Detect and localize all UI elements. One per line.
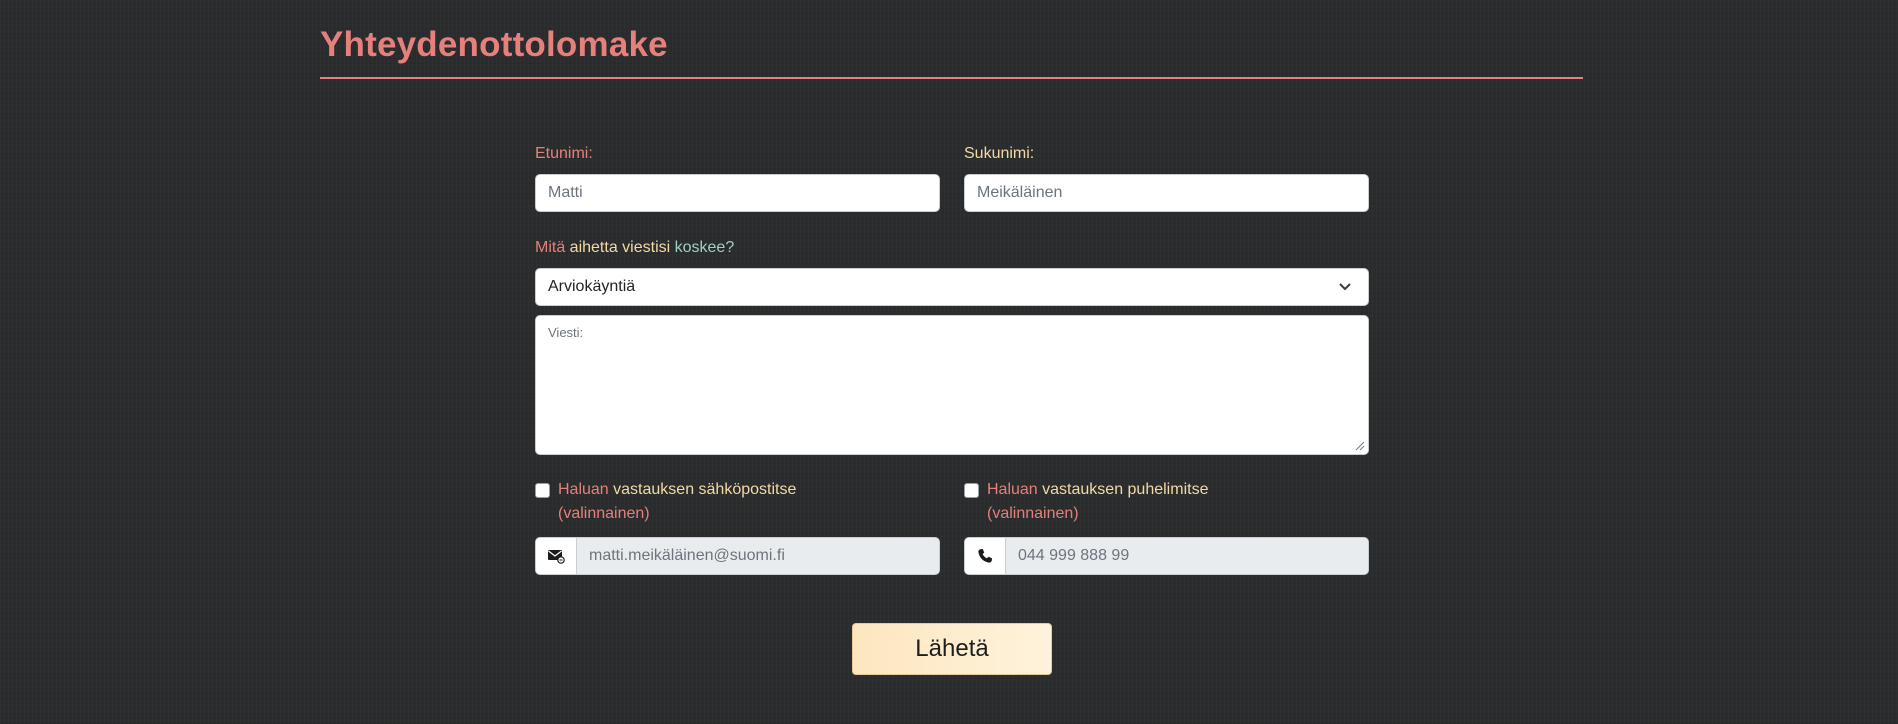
chevron-down-icon [1339, 283, 1351, 291]
page-header: Yhteydenottolomake [320, 22, 1583, 79]
topic-label-part-3: koskee? [670, 239, 735, 256]
phone-label-part-1: Haluan [987, 481, 1038, 498]
message-placeholder: Viesti: [548, 325, 584, 340]
email-label-part-3: (valinnainen) [558, 505, 650, 522]
email-label-part-2: vastauksen sähköpostitse [608, 481, 797, 498]
email-reply-checkbox[interactable] [535, 483, 550, 498]
topic-selected-value: Arviokäyntiä [548, 278, 636, 295]
envelope-icon [536, 538, 577, 574]
phone-reply-checkbox[interactable] [964, 483, 979, 498]
email-reply-label: Haluan vastauksen sähköpostitse (valinna… [558, 478, 818, 526]
submit-button[interactable]: Lähetä [852, 623, 1052, 675]
phone-input[interactable]: 044 999 888 99 [1006, 538, 1368, 574]
last-name-input[interactable]: Meikäläinen [964, 174, 1369, 212]
phone-label-part-3: (valinnainen) [987, 505, 1079, 522]
last-name-label: Sukunimi: [964, 145, 1035, 162]
first-name-input[interactable]: Matti [535, 174, 940, 212]
resize-handle-icon[interactable] [1355, 441, 1365, 451]
page-title: Yhteydenottolomake [320, 25, 668, 64]
topic-label-part-1: Mitä [535, 239, 566, 256]
topic-label-part-2: aihetta viestisi [565, 239, 671, 256]
email-input[interactable]: matti.meikäläinen@suomi.fi [577, 538, 939, 574]
phone-icon [965, 538, 1006, 574]
phone-label-part-2: vastauksen puhelimitse [1037, 481, 1209, 498]
email-input-group: matti.meikäläinen@suomi.fi [535, 537, 940, 575]
message-textarea[interactable]: Viesti: [535, 315, 1369, 455]
topic-select[interactable]: Arviokäyntiä [535, 268, 1369, 306]
phone-input-group: 044 999 888 99 [964, 537, 1369, 575]
phone-reply-label: Haluan vastauksen puhelimitse (valinnain… [987, 478, 1247, 526]
first-name-label: Etunimi: [535, 145, 593, 162]
topic-label: Mitä aihetta viestisi koskee? [535, 238, 734, 258]
email-label-part-1: Haluan [558, 481, 609, 498]
